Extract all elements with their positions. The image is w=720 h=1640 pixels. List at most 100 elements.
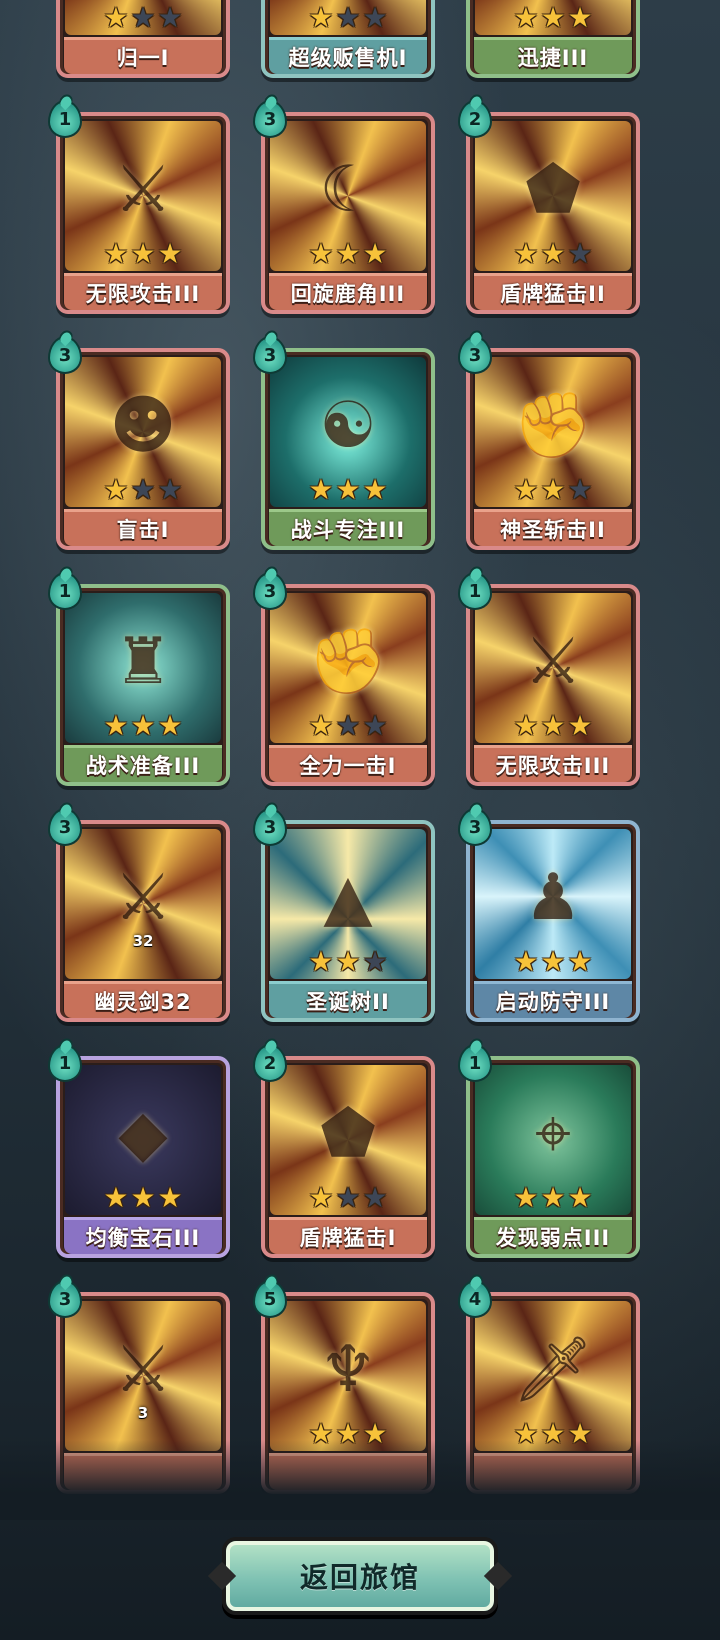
silhouette-icon: ♟ [524, 861, 582, 935]
shield-icon: ⬟ [320, 1097, 376, 1171]
star-filled-icon: ★ [130, 709, 156, 742]
ghost-sword-icon: ⚔ [114, 1333, 172, 1407]
card-name: 全力一击I [269, 745, 427, 782]
card-name: 无限攻击III [474, 745, 632, 782]
star-filled-icon: ★ [540, 473, 566, 506]
card-name: 迅捷III [474, 37, 632, 74]
energy-cost-badge: 1 [48, 1044, 82, 1082]
skill-card[interactable]: ✊ ★ ★ ★ 全力一击I 3 [253, 572, 439, 790]
energy-cost-badge: 1 [48, 100, 82, 138]
return-to-inn-button[interactable]: 返回旅馆 [222, 1537, 498, 1615]
dagger-icon: 🗡 [512, 1333, 594, 1407]
star-filled-icon: ★ [362, 473, 388, 506]
card-art: ⚔ [65, 829, 221, 979]
antler-icon: ☾ [319, 153, 377, 227]
star-empty-icon: ★ [335, 709, 361, 742]
energy-cost-badge: 1 [458, 1044, 492, 1082]
star-filled-icon: ★ [540, 709, 566, 742]
star-filled-icon: ★ [567, 945, 593, 978]
energy-cost-badge: 3 [458, 336, 492, 374]
star-filled-icon: ★ [335, 237, 361, 270]
star-rating: ★ ★ ★ [52, 1184, 234, 1212]
star-filled-icon: ★ [540, 945, 566, 978]
star-empty-icon: ★ [567, 237, 593, 270]
skill-card[interactable]: ▲ ★ ★ ★ 圣诞树II 3 [253, 808, 439, 1026]
skill-card[interactable]: ⚖★★★归一I [52, 0, 234, 82]
skill-card[interactable]: ♜ ★ ★ ★ 战术准备III 1 [48, 572, 234, 790]
energy-cost-value: 2 [263, 1052, 277, 1074]
card-name: 盾牌猛击I [269, 1217, 427, 1254]
star-rating: ★ ★ ★ [257, 476, 439, 504]
creature-icon: ♆ [319, 1333, 377, 1407]
skill-card[interactable]: ◆ ★ ★ ★ 均衡宝石III 1 [48, 1044, 234, 1262]
energy-cost-badge: 3 [48, 1280, 82, 1318]
energy-cost-badge: 3 [253, 100, 287, 138]
star-filled-icon: ★ [157, 709, 183, 742]
star-rating: ★ ★ ★ [52, 240, 234, 268]
star-filled-icon: ★ [130, 1181, 156, 1214]
star-filled-icon: ★ [513, 709, 539, 742]
star-filled-icon: ★ [513, 473, 539, 506]
skill-card[interactable]: ⚔ ★ ★ ★ 无限攻击III 1 [458, 572, 644, 790]
skill-card[interactable]: ☾ ★ ★ ★ 回旋鹿角III 3 [253, 100, 439, 318]
skill-card[interactable]: ⚔ 32 幽灵剑32 3 [48, 808, 234, 1026]
star-filled-icon: ★ [513, 237, 539, 270]
skill-card[interactable]: ⌖ ★ ★ ★ 发现弱点III 1 [458, 1044, 644, 1262]
card-name: 幽灵剑32 [64, 981, 222, 1018]
energy-cost-badge: 2 [253, 1044, 287, 1082]
skill-card[interactable]: ✊ ★ ★ ★ 神圣斩击II 3 [458, 336, 644, 554]
star-rating: ★ ★ ★ [52, 4, 234, 32]
star-filled-icon: ★ [513, 945, 539, 978]
star-empty-icon: ★ [362, 709, 388, 742]
energy-cost-badge: 5 [253, 1280, 287, 1318]
star-filled-icon: ★ [103, 1181, 129, 1214]
skill-card[interactable]: ⬟ ★ ★ ★ 盾牌猛击I 2 [253, 1044, 439, 1262]
energy-cost-value: 5 [263, 1288, 277, 1310]
energy-cost-value: 1 [468, 580, 482, 602]
card-name: 神圣斩击II [474, 509, 632, 546]
fist-icon: ✊ [308, 625, 388, 699]
star-filled-icon: ★ [157, 237, 183, 270]
card-name: 圣诞树II [269, 981, 427, 1018]
star-rating: ★ ★ ★ [257, 4, 439, 32]
crossed-swords-icon: ⚔ [524, 625, 582, 699]
star-filled-icon: ★ [157, 1181, 183, 1214]
star-empty-icon: ★ [335, 1, 361, 34]
skill-card[interactable]: ⚔ ★ ★ ★ 无限攻击III 1 [48, 100, 234, 318]
energy-cost-value: 2 [468, 108, 482, 130]
star-filled-icon: ★ [103, 237, 129, 270]
meditation-icon: ☯ [319, 389, 377, 463]
star-rating: ★ ★ ★ [462, 1184, 644, 1212]
star-filled-icon: ★ [308, 1, 334, 34]
skill-card[interactable]: ▤★★★超级贩售机I [257, 0, 439, 82]
star-empty-icon: ★ [157, 1, 183, 34]
energy-cost-badge: 2 [458, 100, 492, 138]
card-name: 回旋鹿角III [269, 273, 427, 310]
skill-card[interactable]: ♟ ★ ★ ★ 启动防守III 3 [458, 808, 644, 1026]
star-filled-icon: ★ [308, 473, 334, 506]
star-empty-icon: ★ [362, 1, 388, 34]
energy-cost-value: 3 [263, 580, 277, 602]
skill-card[interactable]: ☯ ★ ★ ★ 战斗专注III 3 [253, 336, 439, 554]
energy-cost-value: 3 [263, 816, 277, 838]
card-grid[interactable]: ⚖★★★归一I▤★★★超级贩售机I➤★★★迅捷III⚔★★★无限攻击III1☾★… [0, 0, 720, 1500]
energy-cost-value: 4 [468, 1288, 482, 1310]
star-filled-icon: ★ [103, 1, 129, 34]
star-empty-icon: ★ [130, 473, 156, 506]
ghost-sword-icon: ⚔ [114, 861, 172, 935]
skill-card[interactable]: ➤★★★迅捷III [462, 0, 644, 82]
energy-cost-badge: 3 [48, 336, 82, 374]
energy-cost-badge: 3 [48, 808, 82, 846]
star-rating: ★ ★ ★ [462, 948, 644, 976]
star-filled-icon: ★ [308, 709, 334, 742]
skill-card[interactable]: ⬟ ★ ★ ★ 盾牌猛击II 2 [458, 100, 644, 318]
energy-cost-value: 1 [58, 1052, 72, 1074]
star-filled-icon: ★ [540, 237, 566, 270]
star-filled-icon: ★ [540, 1, 566, 34]
grid-fade [0, 1440, 720, 1520]
skill-card[interactable]: ☻ ★ ★ ★ 盲击I 3 [48, 336, 234, 554]
star-empty-icon: ★ [567, 473, 593, 506]
energy-cost-badge: 1 [458, 572, 492, 610]
star-filled-icon: ★ [103, 473, 129, 506]
star-rating: ★ ★ ★ [462, 712, 644, 740]
